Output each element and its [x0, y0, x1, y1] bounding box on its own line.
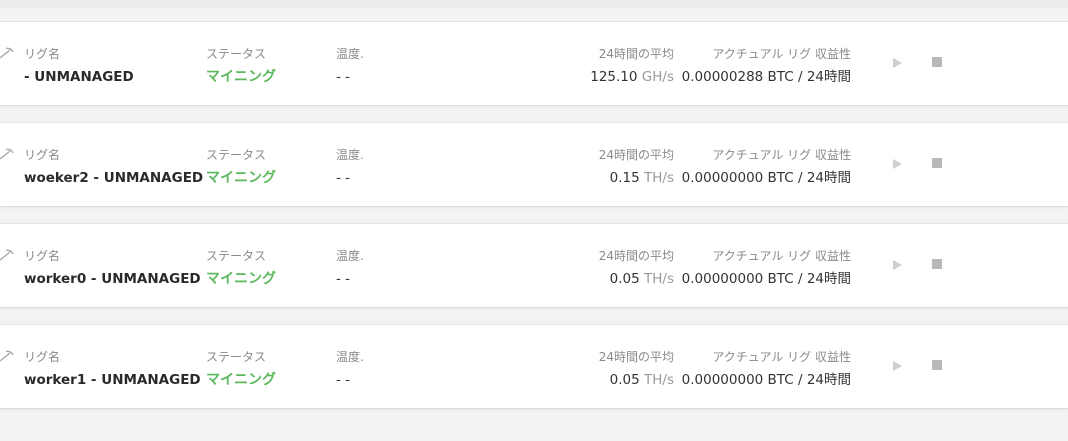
temperature-label: 温度. [336, 47, 364, 61]
temperature-value: - - [336, 372, 351, 388]
rig-card: リグ名 - UNMANAGED ステータス マイニング 温度. - - 24時間… [0, 21, 1068, 106]
hashrate-unit: TH/s [644, 372, 674, 388]
avg-24h-value: 0.05 TH/s [610, 371, 674, 389]
stop-icon[interactable] [932, 57, 942, 67]
profitability-label: アクチュアル リグ 収益性 [712, 47, 851, 61]
hashrate-unit: GH/s [641, 69, 674, 85]
hashrate-number: 0.05 [609, 372, 640, 388]
avg-24h-value: 0.15 TH/s [610, 169, 674, 187]
stop-icon[interactable] [932, 158, 942, 168]
profitability-value: 0.00000000 BTC / 24時間 [681, 271, 851, 287]
top-strip [0, 0, 1068, 8]
rig-name-label: リグ名 [24, 249, 61, 263]
rig-name-label: リグ名 [24, 47, 61, 61]
avg-24h-label: 24時間の平均 [598, 350, 674, 364]
pickaxe-icon [0, 148, 14, 160]
status-label: ステータス [206, 148, 267, 162]
status-value: マイニング [206, 271, 276, 287]
pickaxe-icon [0, 350, 14, 362]
temperature-value: - - [336, 69, 351, 85]
hashrate-unit: TH/s [644, 170, 674, 186]
pickaxe-icon [0, 47, 14, 59]
status-value: マイニング [206, 170, 276, 186]
avg-24h-label: 24時間の平均 [598, 148, 674, 162]
play-icon[interactable] [891, 57, 903, 69]
temperature-value: - - [336, 271, 351, 287]
play-icon[interactable] [891, 259, 903, 271]
play-icon[interactable] [891, 158, 903, 170]
temperature-label: 温度. [336, 249, 364, 263]
profitability-label: アクチュアル リグ 収益性 [712, 249, 851, 263]
play-icon[interactable] [891, 360, 903, 372]
rig-name[interactable]: woeker2 - UNMANAGED [24, 169, 203, 187]
hashrate-number: 0.05 [609, 271, 640, 287]
profitability-value: 0.00000288 BTC / 24時間 [681, 69, 851, 85]
pickaxe-icon [0, 249, 14, 261]
status-label: ステータス [206, 47, 267, 61]
stop-icon[interactable] [932, 360, 942, 370]
temperature-label: 温度. [336, 148, 364, 162]
status-value: マイニング [206, 372, 276, 388]
temperature-label: 温度. [336, 350, 364, 364]
hashrate-unit: TH/s [644, 271, 674, 287]
status-label: ステータス [206, 249, 267, 263]
profitability-label: アクチュアル リグ 収益性 [712, 350, 851, 364]
profitability-value: 0.00000000 BTC / 24時間 [681, 170, 851, 186]
rig-name-label: リグ名 [24, 350, 61, 364]
rig-card: リグ名 worker1 - UNMANAGED ステータス マイニング 温度. … [0, 324, 1068, 409]
rig-card: リグ名 woeker2 - UNMANAGED ステータス マイニング 温度. … [0, 122, 1068, 207]
rig-name[interactable]: worker1 - UNMANAGED [24, 371, 201, 389]
stop-icon[interactable] [932, 259, 942, 269]
profitability-label: アクチュアル リグ 収益性 [712, 148, 851, 162]
temperature-value: - - [336, 170, 351, 186]
avg-24h-label: 24時間の平均 [598, 47, 674, 61]
avg-24h-label: 24時間の平均 [598, 249, 674, 263]
rig-name[interactable]: - UNMANAGED [24, 68, 134, 86]
hashrate-number: 0.15 [609, 170, 640, 186]
status-label: ステータス [206, 350, 267, 364]
avg-24h-value: 125.10 GH/s [590, 68, 674, 86]
avg-24h-value: 0.05 TH/s [610, 270, 674, 288]
hashrate-number: 125.10 [590, 69, 638, 85]
rig-card: リグ名 worker0 - UNMANAGED ステータス マイニング 温度. … [0, 223, 1068, 308]
rig-name-label: リグ名 [24, 148, 61, 162]
profitability-value: 0.00000000 BTC / 24時間 [681, 372, 851, 388]
status-value: マイニング [206, 69, 276, 85]
rig-name[interactable]: worker0 - UNMANAGED [24, 270, 201, 288]
